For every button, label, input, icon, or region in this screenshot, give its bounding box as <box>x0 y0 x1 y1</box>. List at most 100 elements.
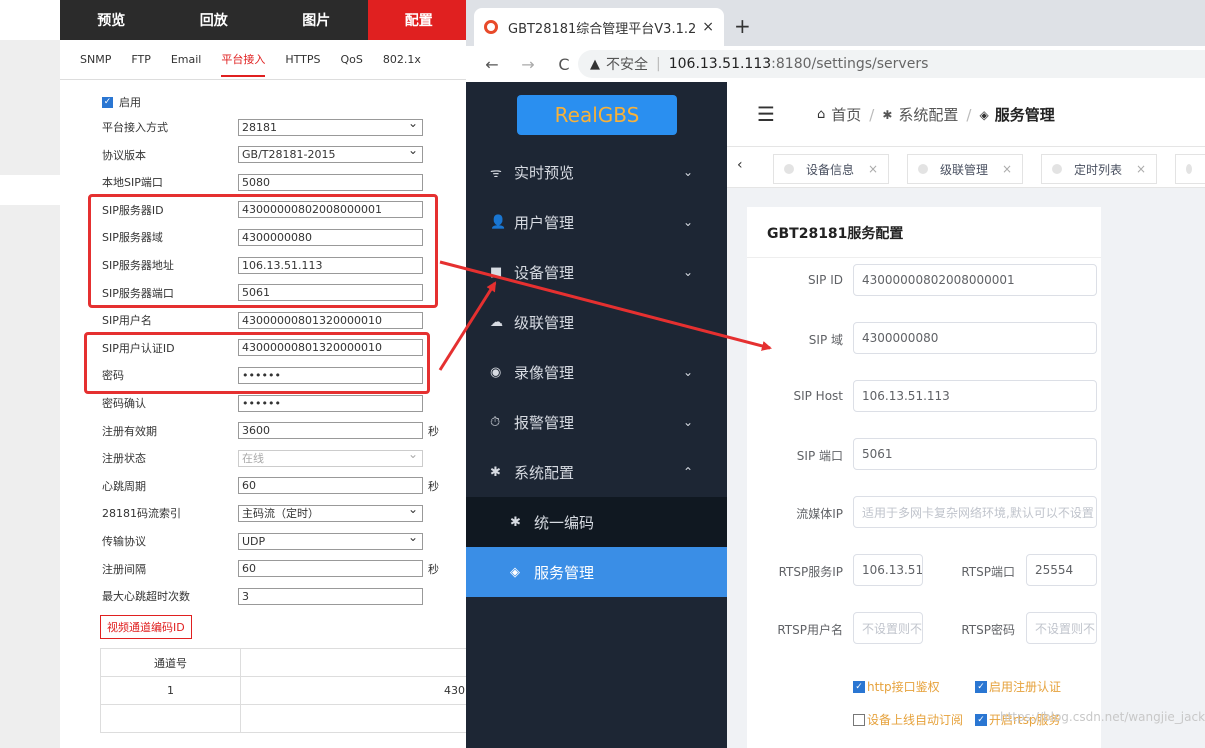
subtab-platform-access[interactable]: 平台接入 <box>221 43 266 77</box>
form-row: 密码确认 •••••• <box>60 392 470 414</box>
form-input[interactable]: 60 <box>238 560 423 578</box>
sip-id-input[interactable]: 43000000802008000001 <box>853 264 1097 296</box>
tag-label: 设备信息 <box>806 162 855 177</box>
form-select[interactable]: GB/T28181-2015 <box>238 143 423 164</box>
tag-schedule[interactable]: 定时列表 × <box>1041 154 1158 184</box>
subtab-8021x[interactable]: 802.1x <box>383 45 421 74</box>
tag-close-icon[interactable]: × <box>1136 162 1146 176</box>
breadcrumb: ⌂ 首页 / ✱ 系统配置 / ◈ 服务管理 <box>817 104 1055 125</box>
field-label: SIP 端口 <box>796 449 843 463</box>
rtsp-pwd-input[interactable]: 不设置则不 <box>1026 612 1097 644</box>
form-row: 注册状态 在线 <box>60 447 470 469</box>
breadcrumb-system-config[interactable]: 系统配置 <box>898 104 958 125</box>
nav-picture[interactable]: 图片 <box>265 0 368 40</box>
form-input[interactable]: 60 <box>238 477 423 495</box>
form-input[interactable]: 3 <box>238 587 423 605</box>
sidebar-item[interactable]: ◉ 录像管理 ⌄ <box>466 347 727 397</box>
sip-domain-input[interactable]: 4300000080 <box>853 322 1097 354</box>
tag-overflow[interactable] <box>1175 154 1205 184</box>
tag-cascade[interactable]: 级联管理 × <box>907 154 1024 184</box>
url-field[interactable]: ▲ 不安全 | 106.13.51.113 :8180/settings/ser… <box>578 50 1205 78</box>
sidebar-item[interactable]: ⏱ 报警管理 ⌄ <box>466 397 727 447</box>
form-label: 本地SIP端口 <box>102 176 163 190</box>
tag-dot-icon <box>1052 164 1062 174</box>
form-select[interactable]: 28181 <box>238 116 423 136</box>
channel-encode-id-button[interactable]: 视频通道编码ID <box>100 615 192 639</box>
back-icon[interactable]: ← <box>482 55 502 74</box>
unit-label: 秒 <box>428 479 439 493</box>
subtab-snmp[interactable]: SNMP <box>80 45 111 74</box>
gear-small-icon: ✱ <box>510 514 521 530</box>
checkbox-checked-icon: ✓ <box>975 680 987 693</box>
hamburger-icon[interactable]: ☰ <box>757 102 775 126</box>
watermark: https://blog.csdn.net/wangjie_jack <box>1000 710 1205 724</box>
tags-prev-icon[interactable]: ‹ <box>737 157 743 173</box>
chevron-up-icon: ⌃ <box>682 465 693 479</box>
enable-checkbox[interactable]: ✓ 启用 <box>102 94 141 110</box>
form-label: 注册有效期 <box>102 424 157 438</box>
tag-dot-icon <box>1186 164 1192 174</box>
nav-playback[interactable]: 回放 <box>163 0 266 40</box>
reload-icon[interactable]: C <box>554 55 574 74</box>
tag-device-info[interactable]: 设备信息 × <box>773 154 890 184</box>
nav-config[interactable]: 配置 <box>367 0 470 40</box>
sip-port-input[interactable]: 5061 <box>853 438 1097 470</box>
rtsp-ip-input[interactable]: 106.13.51 <box>853 554 923 586</box>
card-divider <box>747 257 1101 258</box>
chk-auto-subscribe[interactable]: 设备上线自动订阅 <box>853 711 963 728</box>
camera-config-panel: 预览 回放 图片 配置 SNMP FTP Email 平台接入 HTTPS Qo… <box>0 0 470 748</box>
tab-close-icon[interactable]: × <box>702 19 714 35</box>
sidebar-subitem[interactable]: ✱ 统一编码 <box>466 497 727 547</box>
form-select[interactable]: 主码流（定时） <box>238 502 423 522</box>
cube-icon: ◈ <box>510 564 520 580</box>
breadcrumb-home[interactable]: 首页 <box>831 104 861 125</box>
chk-register-auth[interactable]: ✓ 启用注册认证 <box>975 678 1061 695</box>
media-ip-input[interactable]: 适用于多网卡复杂网络环境,默认可以不设置 <box>853 496 1097 528</box>
form-select[interactable]: UDP <box>238 530 423 550</box>
browser-tab[interactable]: GBT28181综合管理平台V3.1.2 × <box>474 8 724 46</box>
camera-icon: ■ <box>490 264 503 280</box>
chevron-down-icon: ⌄ <box>682 415 693 429</box>
checkbox-unchecked-icon <box>853 713 865 726</box>
sidebar-item[interactable]: ᯤ 实时预览 ⌄ <box>466 147 727 197</box>
form-input[interactable]: 3600 <box>238 422 423 440</box>
field-sip-id: SIP ID 43000000802008000001 <box>747 264 1101 296</box>
url-divider: | <box>656 56 661 72</box>
sidebar-item[interactable]: ☁ 级联管理 <box>466 297 727 347</box>
forward-icon[interactable]: → <box>518 55 538 74</box>
rtsp-port-input[interactable]: 25554 <box>1026 554 1097 586</box>
chk-http-auth[interactable]: ✓ http接口鉴权 <box>853 678 940 695</box>
subtab-ftp[interactable]: FTP <box>131 45 151 74</box>
form-select: 在线 <box>238 447 423 467</box>
subtab-https[interactable]: HTTPS <box>285 45 320 74</box>
sidebar-item-label: 级联管理 <box>514 313 575 332</box>
form-input[interactable]: •••••• <box>238 394 423 412</box>
field-label: SIP Host <box>793 389 843 403</box>
address-bar: ← → C ▲ 不安全 | 106.13.51.113 :8180/settin… <box>466 46 1205 82</box>
subtab-qos[interactable]: QoS <box>341 45 363 74</box>
new-tab-icon[interactable]: + <box>734 14 751 38</box>
form-label: SIP用户名 <box>102 314 152 328</box>
form-input[interactable]: 43000000801320000010 <box>238 311 423 329</box>
field-label: RTSP服务IP <box>778 565 843 579</box>
form-input[interactable]: 5080 <box>238 173 423 191</box>
sidebar-item[interactable]: ✱ 系统配置 ⌃ <box>466 447 727 497</box>
channel-empty-cell <box>240 704 470 733</box>
sidebar-item[interactable]: ■ 设备管理 ⌄ <box>466 247 727 297</box>
sidebar-item[interactable]: 👤 用户管理 ⌄ <box>466 197 727 247</box>
tag-close-icon[interactable]: × <box>868 162 878 176</box>
cube-icon: ◈ <box>979 107 989 122</box>
chevron-down-icon: ⌄ <box>682 365 693 379</box>
field-label: 流媒体IP <box>796 507 843 521</box>
chevron-down-icon: ⌄ <box>682 265 693 279</box>
tag-close-icon[interactable]: × <box>1002 162 1012 176</box>
form-row: 本地SIP端口 5080 <box>60 171 470 193</box>
sidebar-subitem[interactable]: ◈ 服务管理 <box>466 547 727 597</box>
nav-preview[interactable]: 预览 <box>60 0 163 40</box>
form-label: 28181码流索引 <box>102 507 181 521</box>
sip-host-input[interactable]: 106.13.51.113 <box>853 380 1097 412</box>
field-rtsp-ip: RTSP服务IP 106.13.51 RTSP端口 25554 <box>747 554 1101 586</box>
tag-dot-icon <box>784 164 794 174</box>
rtsp-user-input[interactable]: 不设置则不 <box>853 612 923 644</box>
subtab-email[interactable]: Email <box>171 45 202 74</box>
